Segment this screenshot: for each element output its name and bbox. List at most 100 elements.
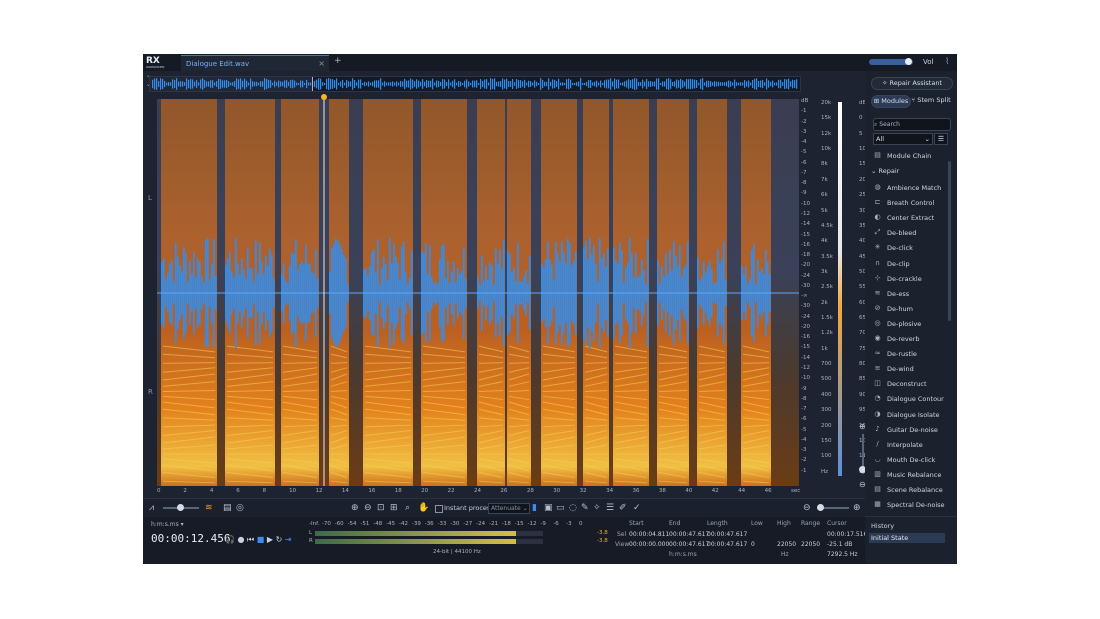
module-item[interactable]: ≋ De-ess [869, 287, 945, 301]
zoom-in-horizontal-icon[interactable]: ⊕ [853, 503, 861, 513]
stop-icon[interactable]: ■ [257, 535, 265, 544]
range-value[interactable]: 22050 [801, 541, 820, 548]
view-end-value[interactable]: 00:00:47.617 [669, 541, 709, 548]
zoom-icon[interactable]: ⌕ [405, 503, 410, 513]
lasso-tool-icon[interactable]: ◌ [569, 503, 577, 513]
instant-process-checkbox[interactable] [435, 505, 443, 513]
zoom-in-icon[interactable]: ⊕ [351, 503, 359, 513]
meter-l [315, 531, 543, 536]
process-mode-select[interactable]: Attenuate ⌄ [488, 503, 530, 514]
db-tick: -12 [801, 365, 810, 372]
history-item-initial[interactable]: Initial State [869, 533, 945, 543]
db-tick: -1 [801, 108, 807, 115]
zoom-out-horizontal-icon[interactable]: ⊖ [803, 503, 811, 513]
module-item[interactable]: ≈ De-rustle [869, 347, 945, 361]
module-item[interactable]: ◔ Dialogue Contour [869, 392, 945, 406]
search-input[interactable]: ⌕ Search [873, 118, 951, 131]
db-tick: -5 [801, 149, 807, 156]
hand-tool-icon[interactable]: ✋ [418, 503, 429, 513]
play-selection-icon[interactable]: ⇥ [285, 535, 292, 544]
rewind-icon[interactable]: ⏮ [247, 535, 254, 544]
module-item[interactable]: ▥ Music Rebalance [869, 468, 945, 482]
spectrogram-display[interactable] [157, 99, 799, 486]
tab-stem-split[interactable]: ⑂ Stem Split [911, 95, 951, 106]
timeline-tick: 12 [315, 488, 323, 494]
module-item[interactable]: ♪ Guitar De-noise [869, 423, 945, 437]
brush-tool-icon[interactable]: ✎ [581, 503, 589, 513]
meter-scale-tick: -54 [347, 521, 357, 527]
module-item[interactable]: ⊘ De-hum [869, 302, 945, 316]
view-start-value[interactable]: 00:00:00.000 [629, 541, 669, 548]
volume-slider[interactable] [869, 58, 913, 65]
record-icon[interactable]: ● [238, 535, 245, 544]
module-item[interactable]: ⊏ Breath Control [869, 196, 945, 210]
module-item[interactable]: ∩ De-clip [869, 257, 945, 271]
vertical-zoom-slider[interactable] [859, 434, 866, 474]
overview-selection[interactable] [150, 77, 313, 91]
panel-scrollbar[interactable] [948, 161, 951, 321]
sel-start-value[interactable]: 00:00:04.811 [629, 531, 669, 538]
horizontal-zoom-knob[interactable] [817, 504, 824, 511]
module-icon: ◡ [874, 454, 881, 463]
spectrogram-blend-slider[interactable] [163, 504, 199, 511]
module-icon: ≋ [874, 288, 881, 297]
play-icon[interactable]: ▶ [267, 535, 273, 544]
spectrogram-mode-icon[interactable]: ≋ [205, 503, 213, 513]
zoom-full-icon[interactable]: ⊞ [390, 503, 398, 513]
timeline-ruler[interactable]: 0 2 4 6 8 10 12 14 16 18 20 22 24 26 28 30 32 34 36 38 40 42 4… [157, 488, 800, 498]
rect-selection-tool-icon[interactable]: ▭ [556, 503, 565, 513]
low-value[interactable]: 0 [751, 541, 755, 548]
playhead-marker[interactable] [321, 94, 327, 100]
db-tick: -20 [801, 323, 810, 330]
view-length-value[interactable]: 00:00:47.617 [707, 541, 747, 548]
module-item[interactable]: ▤ Scene Rebalance [869, 483, 945, 497]
blend-knob[interactable] [177, 504, 184, 511]
display-settings-icon[interactable]: ◎ [236, 503, 244, 513]
pencil-tool-icon[interactable]: ✐ [619, 503, 627, 513]
volume-knob[interactable] [905, 58, 912, 65]
hz-tick: 100 [821, 453, 832, 460]
close-icon[interactable]: × [318, 59, 325, 68]
module-item[interactable]: ◉ De-reverb [869, 332, 945, 346]
module-item[interactable]: ◍ Ambience Match [869, 181, 945, 195]
time-selection-tool-icon[interactable]: ▮ [532, 503, 537, 513]
module-item[interactable]: ≡ De-wind [869, 362, 945, 376]
waveform-mode-icon[interactable]: ⩘ [149, 503, 154, 513]
horizontal-zoom-slider[interactable] [817, 504, 849, 511]
sel-length-value[interactable]: 00:00:47.617 [707, 531, 747, 538]
module-chain-item[interactable]: ▤ Module Chain [869, 149, 945, 163]
zoom-out-icon[interactable]: ⊖ [364, 503, 372, 513]
module-item[interactable]: ✳ De-click [869, 241, 945, 255]
module-filter-select[interactable]: All ⌄ [873, 133, 933, 145]
freq-selection-tool-icon[interactable]: ▣ [544, 503, 553, 513]
time-format-select[interactable]: h:m:s.ms ▾ [151, 521, 184, 528]
timeline-tick: 16 [368, 488, 376, 494]
harmonic-selection-icon[interactable]: ☰ [606, 503, 614, 513]
sel-end-value[interactable]: 00:00:47.617 [669, 531, 709, 538]
module-item[interactable]: ◑ Dialogue Isolate [869, 408, 945, 422]
module-item[interactable]: ⤢ De-bleed [869, 226, 945, 240]
category-repair[interactable]: ⌄ Repair [871, 167, 899, 175]
magic-wand-icon[interactable]: ✧ [593, 503, 601, 513]
file-tab[interactable]: Dialogue Edit.wav × [181, 55, 329, 71]
spectrogram-settings-icon[interactable]: ▤ [223, 503, 232, 513]
timeline-tick: 28 [526, 488, 534, 494]
repair-assistant-button[interactable]: ✧ Repair Assistant [871, 77, 953, 90]
split-icon: ⑂ [911, 96, 916, 104]
add-tab-icon[interactable]: + [334, 56, 342, 66]
confirm-icon[interactable]: ✓ [633, 503, 641, 513]
high-value[interactable]: 22050 [777, 541, 796, 548]
loop-icon[interactable]: ↻ [276, 535, 283, 544]
module-item[interactable]: ◡ Mouth De-click [869, 453, 945, 467]
tab-modules[interactable]: ⊞ Modules [871, 95, 911, 108]
module-item[interactable]: ⊹ De-crackle [869, 272, 945, 286]
module-item[interactable]: ◎ De-plosive [869, 317, 945, 331]
module-item[interactable]: ▦ Spectral De-noise [869, 498, 945, 512]
db-tick: -14 [801, 221, 810, 228]
list-view-button[interactable]: ☰ [934, 133, 948, 145]
headphones-icon[interactable]: 🎧 [225, 535, 235, 544]
module-item[interactable]: ◫ Deconstruct [869, 377, 945, 391]
module-item[interactable]: ∕ Interpolate [869, 438, 945, 452]
module-item[interactable]: ◐ Center Extract [869, 211, 945, 225]
zoom-selection-icon[interactable]: ⊡ [377, 503, 385, 513]
